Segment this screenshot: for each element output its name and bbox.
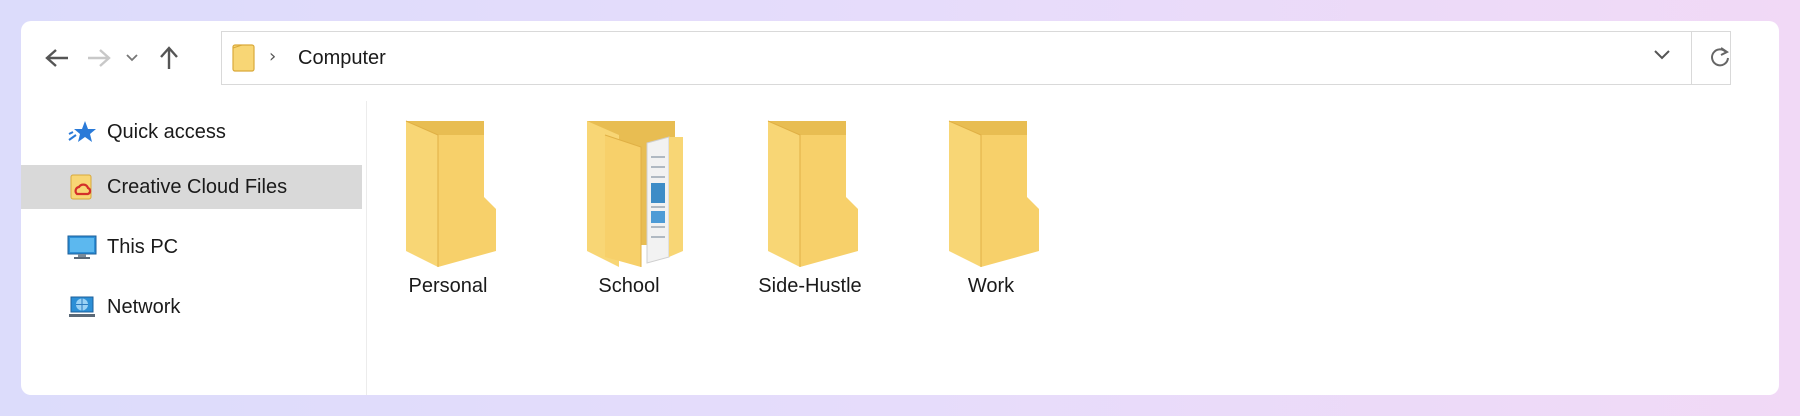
back-button[interactable] (37, 31, 77, 85)
breadcrumb-separator: › (269, 46, 277, 67)
folder-icon (767, 120, 858, 267)
address-divider (1691, 32, 1692, 84)
folder-icon (948, 120, 1039, 267)
arrow-up-icon (160, 46, 178, 69)
folder-item-school[interactable]: School (549, 111, 709, 311)
folder-name: Work (967, 275, 1015, 297)
folder-item-side-hustle[interactable]: Side-Hustle (730, 111, 890, 311)
star-icon (68, 121, 96, 142)
folder-item-personal[interactable]: Personal (368, 111, 528, 311)
network-icon (69, 296, 95, 317)
sidebar-item-network[interactable]: Network (21, 285, 362, 329)
navigation-pane: Quick access Creative Cloud Files This P… (21, 101, 367, 395)
sidebar-item-label: Network (107, 296, 181, 318)
folder-icon (232, 44, 255, 72)
sidebar-item-creative-cloud-files[interactable]: Creative Cloud Files (21, 165, 362, 209)
folder-with-documents-icon (587, 121, 683, 267)
recent-locations-button[interactable] (119, 31, 145, 85)
refresh-icon[interactable] (1709, 46, 1731, 68)
chevron-down-icon[interactable] (1654, 50, 1670, 60)
folder-item-work[interactable]: Work (911, 111, 1071, 311)
sidebar-item-label: This PC (107, 236, 179, 258)
sidebar-item-label: Quick access (107, 121, 226, 143)
folder-name: Side-Hustle (758, 275, 862, 297)
breadcrumb-computer[interactable]: Computer (298, 47, 386, 70)
sidebar-item-this-pc[interactable]: This PC (21, 225, 362, 269)
chevron-down-icon (126, 54, 138, 62)
address-bar[interactable]: › Computer (221, 31, 1731, 85)
arrow-left-icon (45, 49, 68, 67)
folder-name: Personal (408, 275, 488, 297)
sidebar-item-label: Creative Cloud Files (107, 176, 288, 198)
arrow-right-icon (88, 49, 111, 67)
creative-cloud-folder-icon (70, 174, 92, 200)
sidebar-item-quick-access[interactable]: Quick access (21, 110, 362, 154)
forward-button[interactable] (79, 31, 119, 85)
folder-view: Personal School Side-Hustle Work (368, 101, 1779, 395)
file-explorer-window: › Computer Quick access Creative Cloud F (21, 21, 1779, 395)
folder-icon (405, 120, 496, 267)
folder-name: School (598, 275, 660, 297)
up-button[interactable] (149, 31, 189, 85)
monitor-icon (67, 235, 97, 259)
